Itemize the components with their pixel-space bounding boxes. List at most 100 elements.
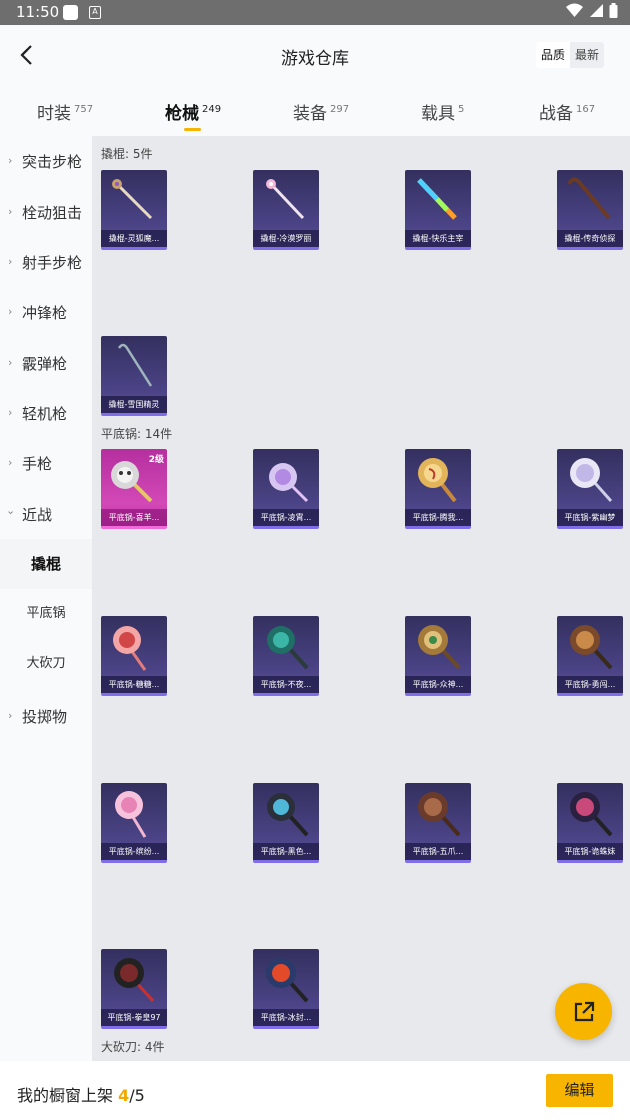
sidebar-sub-machete[interactable]: 大砍刀 bbox=[0, 639, 92, 689]
crowbar-icon bbox=[417, 178, 457, 220]
pan-icon bbox=[570, 792, 613, 837]
sidebar-item-smg[interactable]: › 冲锋枪 bbox=[0, 287, 92, 337]
active-tab-indicator bbox=[184, 128, 201, 131]
section-title-crowbar: 撬棍: 5件 bbox=[101, 147, 153, 161]
tab-tactical[interactable]: 战备 167 bbox=[539, 99, 595, 124]
showcase-label: 我的橱窗上架 bbox=[17, 1086, 119, 1105]
external-link-icon bbox=[574, 1001, 595, 1022]
item-card[interactable]: 平底锅-众神... bbox=[405, 616, 471, 696]
sidebar-item-throwables[interactable]: › 投掷物 bbox=[0, 691, 92, 741]
item-card[interactable]: 撬棍-传奇侦探 bbox=[557, 170, 623, 250]
pan-icon bbox=[115, 791, 147, 838]
sort-toggle: 品质 最新 bbox=[535, 42, 604, 68]
item-name: 平底锅-紫幽梦 bbox=[557, 509, 623, 526]
item-name: 平底锅-冰封... bbox=[253, 1009, 319, 1026]
item-card[interactable]: 2级 平底锅-喜羊... bbox=[101, 449, 167, 529]
item-card[interactable]: 平底锅-缤纷... bbox=[101, 783, 167, 863]
pan-icon bbox=[113, 626, 147, 671]
item-name: 平底锅-糖糖... bbox=[101, 676, 167, 693]
item-grid: 撬棍: 5件 撬棍-灵狐魔... 撬棍-冷漠罗丽 撬棍-快乐主宰 撬棍-传奇侦探… bbox=[92, 136, 630, 1061]
sidebar-item-label: 霰弹枪 bbox=[22, 355, 68, 373]
item-name: 平底锅-诡蛛妹 bbox=[557, 843, 623, 860]
item-name: 平底锅-五爪... bbox=[405, 843, 471, 860]
pan-icon bbox=[269, 463, 309, 503]
sidebar-item-pistol[interactable]: › 手枪 bbox=[0, 438, 92, 488]
item-name: 平底锅-凌霄... bbox=[253, 509, 319, 526]
sidebar-item-melee[interactable]: ⌄ 近战 bbox=[0, 489, 92, 539]
tab-label: 战备 bbox=[539, 104, 573, 124]
item-card[interactable]: 平底锅-黑色... bbox=[253, 783, 319, 863]
edit-button[interactable]: 编辑 bbox=[546, 1074, 613, 1107]
notification-icon bbox=[63, 5, 78, 20]
sidebar: › 突击步枪 › 栓动狙击 › 射手步枪 › 冲锋枪 › 霰弹枪 › 轻机枪 › 手枪 ⌄ 近战… bbox=[0, 136, 92, 1061]
item-card[interactable]: 撬棍-快乐主宰 bbox=[405, 170, 471, 250]
pan-icon bbox=[570, 458, 613, 502]
item-card[interactable]: 平底锅-五爪... bbox=[405, 783, 471, 863]
item-name: 平底锅-不夜... bbox=[253, 676, 319, 693]
sidebar-item-shotgun[interactable]: › 霰弹枪 bbox=[0, 338, 92, 388]
item-name: 撬棍-快乐主宰 bbox=[405, 230, 471, 247]
status-time: 11:50 bbox=[16, 3, 60, 21]
item-name: 平底锅-勇闯... bbox=[557, 676, 623, 693]
back-button[interactable] bbox=[14, 41, 42, 69]
tab-label: 枪械 bbox=[165, 104, 199, 124]
item-name: 平底锅-喜羊... bbox=[101, 509, 167, 526]
sidebar-item-marksman[interactable]: › 射手步枪 bbox=[0, 237, 92, 287]
tab-fashion[interactable]: 时装 757 bbox=[37, 99, 93, 124]
sidebar-item-lmg[interactable]: › 轻机枪 bbox=[0, 388, 92, 438]
sidebar-item-bolt-sniper[interactable]: › 栓动狙击 bbox=[0, 187, 92, 237]
item-name: 撬棍-灵狐魔... bbox=[101, 230, 167, 247]
status-bar: 11:50 A bbox=[0, 0, 630, 25]
item-name: 撬棍-传奇侦探 bbox=[557, 230, 623, 247]
item-card[interactable]: 平底锅-糖糖... bbox=[101, 616, 167, 696]
sort-newest-button[interactable]: 最新 bbox=[570, 42, 604, 68]
chevron-right-icon: › bbox=[8, 709, 13, 722]
item-card[interactable]: 平底锅-诡蛛妹 bbox=[557, 783, 623, 863]
item-card[interactable]: 平底锅-勇闯... bbox=[557, 616, 623, 696]
chevron-right-icon: › bbox=[8, 406, 13, 419]
category-tabs: 时装 757 枪械 249 装备 297 载具 5 战备 167 bbox=[0, 85, 630, 136]
item-card[interactable]: 平底锅-凌霄... bbox=[253, 449, 319, 529]
sidebar-item-label: 冲锋枪 bbox=[22, 304, 68, 322]
sidebar-item-label: 射手步枪 bbox=[22, 254, 83, 272]
item-card[interactable]: 撬棍-雪国精灵 bbox=[101, 336, 167, 416]
sidebar-item-label: 近战 bbox=[22, 506, 53, 524]
item-name: 平底锅-黑色... bbox=[253, 843, 319, 860]
app-header: 游戏仓库 品质 最新 bbox=[0, 25, 630, 85]
item-name: 平底锅-拳皇97 bbox=[101, 1009, 167, 1026]
sidebar-item-label: 手枪 bbox=[22, 455, 53, 473]
item-card[interactable]: 平底锅-拳皇97 bbox=[101, 949, 167, 1029]
sidebar-item-label: 突击步枪 bbox=[22, 153, 83, 171]
item-card[interactable]: 撬棍-灵狐魔... bbox=[101, 170, 167, 250]
item-card[interactable]: 平底锅-冰封... bbox=[253, 949, 319, 1029]
section-title-pan: 平底锅: 14件 bbox=[101, 427, 173, 441]
item-card[interactable]: 平底锅-不夜... bbox=[253, 616, 319, 696]
item-name: 平底锅-缤纷... bbox=[101, 843, 167, 860]
item-card[interactable]: 平底锅-紫幽梦 bbox=[557, 449, 623, 529]
wifi-icon bbox=[566, 3, 583, 17]
tab-guns[interactable]: 枪械 249 bbox=[165, 99, 221, 131]
chevron-right-icon: › bbox=[8, 305, 13, 318]
item-name: 撬棍-冷漠罗丽 bbox=[253, 230, 319, 247]
showcase-current: 4 bbox=[118, 1086, 130, 1105]
chevron-right-icon: › bbox=[8, 456, 13, 469]
tab-label: 载具 bbox=[421, 104, 455, 124]
sidebar-item-label: 栓动狙击 bbox=[22, 204, 83, 222]
sidebar-sub-crowbar[interactable]: 撬棍 bbox=[0, 539, 92, 589]
share-button[interactable] bbox=[555, 983, 612, 1040]
item-name: 撬棍-雪国精灵 bbox=[101, 396, 167, 413]
item-card[interactable]: 撬棍-冷漠罗丽 bbox=[253, 170, 319, 250]
chevron-down-icon: ⌄ bbox=[6, 504, 16, 517]
section-title-machete: 大砍刀: 4件 bbox=[101, 1040, 165, 1054]
tab-count: 757 bbox=[74, 104, 94, 115]
sidebar-item-label: 轻机枪 bbox=[22, 405, 68, 423]
sidebar-item-assault-rifle[interactable]: › 突击步枪 bbox=[0, 136, 92, 186]
item-name: 平底锅-腾我... bbox=[405, 509, 471, 526]
sidebar-sub-pan[interactable]: 平底锅 bbox=[0, 589, 92, 639]
tab-equipment[interactable]: 装备 297 bbox=[293, 99, 349, 124]
tab-vehicles[interactable]: 载具 5 bbox=[421, 99, 464, 124]
pan-icon bbox=[418, 458, 457, 503]
item-card[interactable]: 平底锅-腾我... bbox=[405, 449, 471, 529]
sort-quality-button[interactable]: 品质 bbox=[535, 42, 570, 68]
crowbar-icon bbox=[266, 179, 305, 220]
